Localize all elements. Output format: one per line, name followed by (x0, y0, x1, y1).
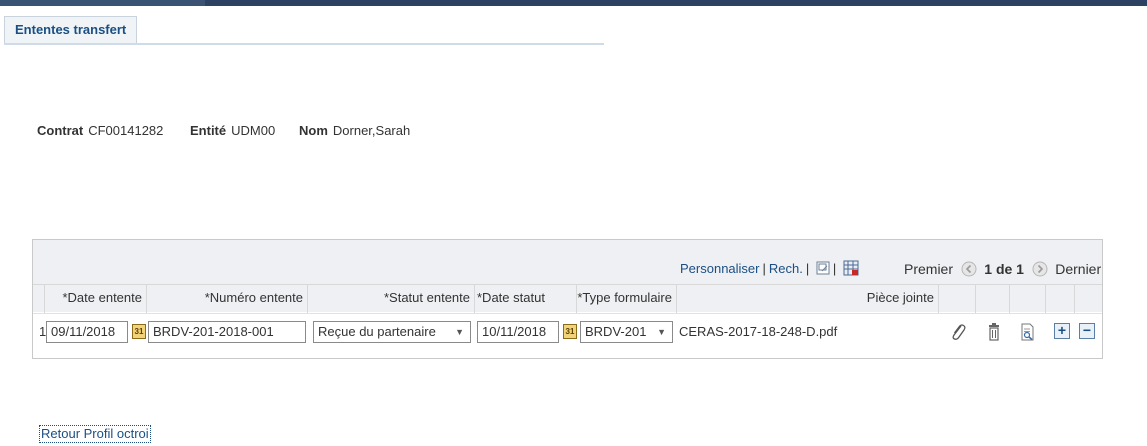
col-rownum (33, 285, 45, 313)
zoom-icon[interactable] (816, 261, 830, 275)
statut-entente-select[interactable]: Reçue du partenaire ▼ (313, 321, 471, 343)
next-icon[interactable] (1032, 261, 1048, 277)
grid-column-headers: *Date entente *Numéro entente *Statut en… (33, 284, 1102, 313)
entite-field: Entité UDM00 (190, 122, 275, 140)
personnaliser-link[interactable]: Personnaliser (680, 261, 760, 276)
contrat-field: Contrat CF00141282 (37, 122, 163, 140)
statut-entente-value: Reçue du partenaire (318, 324, 436, 339)
entite-label: Entité (190, 123, 227, 138)
piece-jointe-filename: CERAS-2017-18-248-D.pdf (679, 324, 838, 339)
ententes-grid: Personnaliser | Rech. | | Premier 1 de 1 De… (32, 239, 1103, 359)
col-numero-entente: *Numéro entente (147, 285, 308, 313)
rech-link[interactable]: Rech. (769, 261, 803, 276)
entite-value: UDM00 (231, 123, 276, 138)
dernier-label: Dernier (1055, 261, 1102, 277)
date-statut-input[interactable]: 10/11/2018 (477, 321, 559, 343)
col-add (1046, 285, 1075, 313)
top-banner-accent (0, 0, 205, 6)
col-remove (1075, 285, 1102, 313)
col-view (1010, 285, 1046, 313)
date-entente-input[interactable]: 09/11/2018 (46, 321, 128, 343)
dropdown-arrow-icon: ▼ (657, 327, 666, 337)
col-date-statut: *Date statut (475, 285, 577, 313)
prev-icon[interactable] (961, 261, 977, 277)
add-row-icon[interactable]: + (1054, 323, 1070, 339)
pager: Premier 1 de 1 Dernier (904, 259, 1101, 279)
contrat-label: Contrat (37, 123, 84, 138)
download-icon[interactable] (843, 260, 859, 276)
contrat-value: CF00141282 (88, 123, 164, 138)
nom-field: Nom Dorner,Sarah (299, 122, 410, 140)
top-banner (0, 0, 1147, 6)
col-statut-entente: *Statut entente (308, 285, 475, 313)
toolbar-separator: | (762, 261, 766, 276)
toolbar-separator: | (805, 261, 810, 276)
col-piece-jointe: Pièce jointe (677, 285, 939, 313)
numero-entente-input[interactable]: BRDV-201-2018-001 (148, 321, 306, 343)
table-row: 1 09/11/2018 31 BRDV-201-2018-001 Reçue … (33, 313, 1102, 351)
col-attach (939, 285, 976, 313)
col-delete-file (976, 285, 1010, 313)
delete-row-icon[interactable]: − (1079, 323, 1095, 339)
trash-icon[interactable] (985, 322, 1003, 342)
dropdown-arrow-icon: ▼ (455, 327, 464, 337)
toolbar-separator: | (832, 261, 837, 276)
calendar-icon[interactable]: 31 (132, 324, 146, 339)
attach-icon[interactable] (949, 322, 967, 342)
col-type-formulaire: *Type formulaire (577, 285, 677, 313)
nom-label: Nom (299, 123, 328, 138)
page-info: 1 de 1 (984, 261, 1024, 277)
col-date-entente: *Date entente (45, 285, 147, 313)
calendar-icon[interactable]: 31 (563, 324, 577, 339)
grid-toolbar-links: Personnaliser | Rech. | | (680, 259, 859, 279)
tab-underline (4, 43, 604, 45)
type-formulaire-select[interactable]: BRDV-201 ▼ (580, 321, 673, 343)
grid-toolbar: Personnaliser | Rech. | | Premier 1 de 1 De… (33, 240, 1102, 284)
premier-label: Premier (904, 261, 954, 277)
tab-ententes-transfert[interactable]: Ententes transfert (4, 16, 138, 43)
retour-profil-octroi-link[interactable]: Retour Profil octroi (39, 425, 151, 443)
type-formulaire-value: BRDV-201 (585, 324, 647, 339)
view-icon[interactable] (1019, 322, 1037, 342)
nom-value: Dorner,Sarah (332, 123, 411, 138)
